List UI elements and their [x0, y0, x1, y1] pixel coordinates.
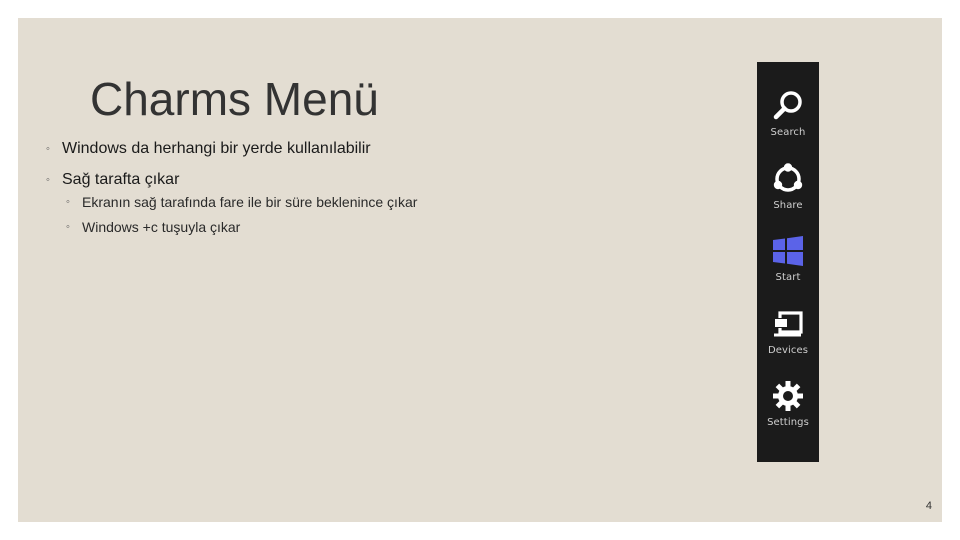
- charm-label: Settings: [767, 417, 809, 428]
- sub-bullet-text: Ekranın sağ tarafında fare ile bir süre …: [82, 194, 418, 210]
- charm-label: Start: [775, 272, 801, 283]
- charm-label: Search: [770, 127, 806, 138]
- bullet-text: Sağ tarafta çıkar: [62, 171, 180, 188]
- charm-label: Devices: [767, 345, 809, 356]
- sub-bullet-item: ◦ Ekranın sağ tarafında fare ile bir sür…: [66, 193, 417, 211]
- windows-start-icon: [773, 236, 803, 266]
- page-number: 4: [925, 500, 932, 512]
- sub-bullet-list: ◦ Ekranın sağ tarafında fare ile bir sür…: [62, 193, 417, 236]
- bullet-marker: ◦: [66, 196, 70, 208]
- bullet-item: ◦ Windows da herhangi bir yerde kullanıl…: [46, 139, 417, 159]
- charm-search[interactable]: Search: [757, 89, 819, 153]
- bullet-marker: ◦: [66, 221, 70, 233]
- bullet-marker: ◦: [46, 174, 50, 186]
- share-icon: [773, 163, 803, 192]
- slide: Charms Menü ◦ Windows da herhangi bir ye…: [18, 18, 942, 522]
- sub-bullet-text: Windows +c tuşuyla çıkar: [82, 219, 241, 235]
- devices-icon: [774, 311, 803, 337]
- charm-share[interactable]: Share: [757, 162, 819, 226]
- charm-settings[interactable]: Settings: [757, 379, 819, 443]
- bullet-list: ◦ Windows da herhangi bir yerde kullanıl…: [46, 139, 417, 247]
- slide-title: Charms Menü: [90, 73, 379, 125]
- charm-label: Share: [773, 200, 803, 211]
- bullet-text: Windows da herhangi bir yerde kullanılab…: [62, 140, 371, 157]
- charm-devices[interactable]: Devices: [757, 307, 819, 371]
- sub-bullet-item: ◦ Windows +c tuşuyla çıkar: [66, 218, 417, 236]
- settings-gear-icon: [773, 381, 803, 411]
- bullet-item: ◦ Sağ tarafta çıkar ◦ Ekranın sağ tarafı…: [46, 170, 417, 236]
- search-icon: [773, 91, 802, 120]
- bullet-marker: ◦: [46, 143, 50, 155]
- charm-start[interactable]: Start: [757, 234, 819, 298]
- charms-bar: Search Share Start Devices Settings: [757, 62, 819, 462]
